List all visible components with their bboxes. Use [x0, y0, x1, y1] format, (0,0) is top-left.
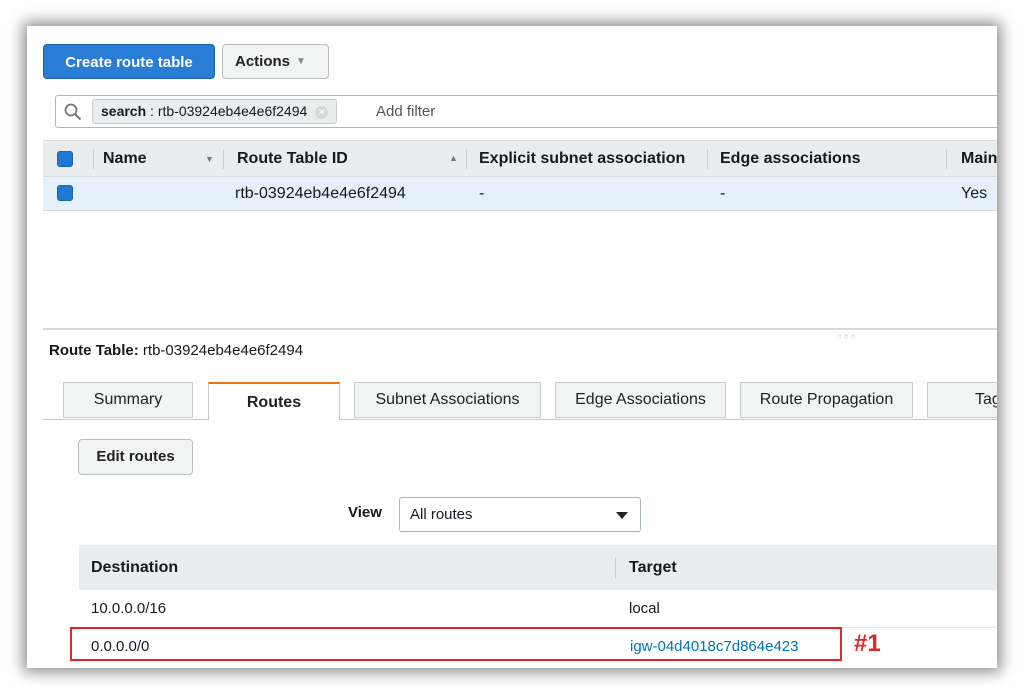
route-row: 10.0.0.0/16 local	[79, 590, 997, 628]
route-destination: 10.0.0.0/16	[91, 600, 167, 617]
column-header-name[interactable]: Name	[103, 141, 147, 176]
cell-explicit-subnet: -	[479, 185, 485, 202]
search-filter-bar[interactable]: search : rtb-03924eb4e4e6f2494 ✕ Add filt…	[55, 95, 997, 128]
column-divider	[946, 149, 947, 169]
tab-baseline	[340, 419, 997, 420]
table-row[interactable]: rtb-03924eb4e4e6f2494 - - Yes	[43, 177, 997, 211]
details-title-label: Route Table:	[49, 342, 139, 359]
details-title: Route Table: rtb-03924eb4e4e6f2494	[49, 342, 303, 359]
column-divider	[223, 149, 224, 169]
column-divider	[707, 149, 708, 169]
column-divider	[466, 149, 467, 169]
sort-icon[interactable]: ▼	[205, 154, 214, 164]
search-filter-token[interactable]: search : rtb-03924eb4e4e6f2494 ✕	[92, 99, 338, 124]
console-screenshot: Create route table Actions ▼ search : rtb…	[27, 26, 997, 668]
tab-subnet-associations[interactable]: Subnet Associations	[354, 382, 541, 418]
search-icon	[64, 103, 82, 121]
column-divider	[615, 557, 616, 579]
tab-edge-associations[interactable]: Edge Associations	[555, 382, 726, 418]
tab-routes[interactable]: Routes	[208, 382, 340, 420]
cell-route-table-id: rtb-03924eb4e4e6f2494	[235, 185, 406, 202]
column-header-edge-associations[interactable]: Edge associations	[720, 141, 861, 176]
column-header-destination: Destination	[91, 559, 179, 576]
column-header-explicit-subnet[interactable]: Explicit subnet association	[479, 141, 694, 176]
route-target: local	[629, 600, 660, 617]
column-divider	[93, 149, 94, 169]
tab-route-propagation[interactable]: Route Propagation	[740, 382, 913, 418]
view-select[interactable]: All routes	[399, 497, 641, 532]
edit-routes-button[interactable]: Edit routes	[78, 439, 193, 475]
chevron-down-icon: ▼	[296, 56, 306, 67]
select-all-checkbox[interactable]	[57, 151, 73, 167]
view-label: View	[348, 504, 382, 521]
token-key: search	[101, 103, 147, 119]
column-header-route-table-id[interactable]: Route Table ID	[237, 141, 348, 176]
create-route-table-button[interactable]: Create route table	[43, 44, 215, 79]
cell-main: Yes	[961, 185, 988, 202]
table-header: Name ▼ Route Table ID ▲ Explicit subnet …	[43, 140, 997, 177]
column-header-target: Target	[629, 559, 677, 576]
details-title-value: rtb-03924eb4e4e6f2494	[138, 342, 304, 359]
annotation-highlight-box	[70, 627, 842, 661]
view-selected-value: All routes	[410, 506, 473, 523]
row-checkbox[interactable]	[57, 185, 73, 201]
caret-down-icon	[616, 512, 628, 519]
pane-divider[interactable]	[43, 328, 997, 330]
actions-dropdown-button[interactable]: Actions ▼	[222, 44, 329, 79]
cell-edge-associations: -	[720, 185, 726, 202]
add-filter-input[interactable]: Add filter	[376, 96, 435, 127]
tab-baseline	[43, 419, 208, 420]
column-header-main[interactable]: Main	[961, 141, 997, 176]
resize-handle-icon[interactable]: ○○○	[837, 332, 858, 341]
routes-table-header: Destination Target	[79, 545, 997, 590]
actions-label: Actions	[235, 53, 291, 70]
token-value: : rtb-03924eb4e4e6f2494	[146, 103, 308, 119]
sort-ascending-icon[interactable]: ▲	[449, 153, 458, 163]
tab-tags[interactable]: Tags	[927, 382, 997, 418]
annotation-label: #1	[854, 630, 881, 657]
remove-filter-icon[interactable]: ✕	[315, 106, 329, 119]
tab-summary[interactable]: Summary	[63, 382, 193, 418]
